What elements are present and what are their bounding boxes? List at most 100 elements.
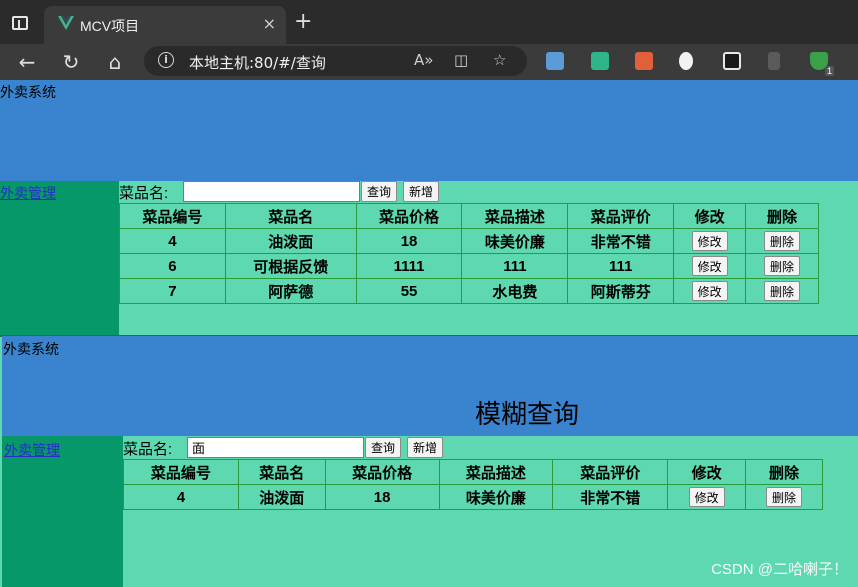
cell-delete: 删除 — [745, 278, 819, 304]
sidebar: 外卖管理 — [0, 181, 119, 335]
discount-extension-icon[interactable] — [635, 52, 653, 70]
column-header: 删除 — [745, 459, 823, 485]
dish-name-input[interactable] — [187, 437, 364, 458]
back-icon[interactable]: ← — [15, 50, 39, 74]
edit-button[interactable]: 修改 — [691, 231, 728, 251]
page-viewport: 外卖系统 外卖管理 菜品名: 查询 新增 菜品编号 菜品名 菜品价格 菜品描述 … — [0, 80, 858, 587]
sidebar: 外卖管理 — [2, 436, 123, 587]
sync-extension-icon[interactable] — [591, 52, 609, 70]
delete-button[interactable]: 删除 — [764, 231, 801, 251]
table-header-row: 菜品编号 菜品名 菜品价格 菜品描述 菜品评价 修改 删除 — [123, 459, 823, 485]
tab-actions-icon[interactable] — [12, 16, 28, 30]
capsule-extension-icon[interactable] — [679, 52, 693, 70]
image-extension-icon[interactable] — [546, 52, 564, 70]
cell-edit: 修改 — [673, 278, 747, 304]
document-extension-icon[interactable] — [768, 52, 780, 70]
column-header: 菜品名 — [237, 459, 326, 485]
table-row: 4 油泼面 18 味美价廉 非常不错 修改 删除 — [123, 484, 823, 510]
cell-description: 味美价廉 — [438, 484, 554, 510]
table-row: 4 油泼面 18 味美价廉 非常不错 修改 删除 — [119, 228, 819, 254]
cell-id: 7 — [119, 278, 226, 304]
cell-delete: 删除 — [745, 253, 819, 279]
add-button[interactable]: 新增 — [407, 437, 444, 458]
url-text[interactable]: 本地主机:80/#/查询 — [189, 52, 326, 73]
table-header-row: 菜品编号 菜品名 菜品价格 菜品描述 菜品评价 修改 删除 — [119, 203, 819, 229]
favorite-icon[interactable]: ☆ — [493, 51, 506, 69]
info-icon[interactable]: i — [158, 52, 174, 68]
home-icon[interactable]: ⌂ — [103, 50, 127, 74]
edit-button[interactable]: 修改 — [688, 487, 725, 507]
tab-close-icon[interactable]: × — [263, 14, 276, 33]
column-header: 菜品价格 — [355, 203, 463, 229]
dish-name-input[interactable] — [183, 181, 360, 202]
tab-title: MCV项目 — [80, 18, 140, 34]
header-banner: 外卖系统 模糊查询 — [2, 336, 858, 436]
cell-name: 油泼面 — [237, 484, 326, 510]
system-title: 外卖系统 — [3, 341, 59, 357]
cell-delete: 删除 — [745, 228, 819, 254]
search-bar: 菜品名: 查询 新增 — [119, 181, 449, 203]
mask-extension-icon[interactable] — [723, 52, 741, 70]
column-header: 修改 — [673, 203, 747, 229]
browser-tab[interactable]: MCV项目 × — [44, 6, 286, 44]
delete-button[interactable]: 删除 — [766, 487, 803, 507]
cell-edit: 修改 — [673, 228, 747, 254]
cell-review: 非常不错 — [567, 228, 675, 254]
table-row: 6 可根据反馈 1111 111 111 修改 删除 — [119, 253, 819, 279]
watermark: CSDN @二哈喇子！ — [711, 561, 848, 578]
split-screen-icon[interactable]: ◫ — [454, 51, 468, 69]
column-header: 菜品编号 — [119, 203, 226, 229]
cell-review: 阿斯蒂芬 — [567, 278, 675, 304]
shield-extension-icon[interactable]: 1 — [810, 52, 834, 76]
cell-review: 非常不错 — [552, 484, 669, 510]
refresh-icon[interactable]: ↻ — [59, 50, 83, 74]
column-header: 菜品价格 — [324, 459, 440, 485]
column-header: 菜品编号 — [123, 459, 239, 485]
column-header: 删除 — [745, 203, 819, 229]
dish-table: 菜品编号 菜品名 菜品价格 菜品描述 菜品评价 修改 删除 4 油泼面 18 味… — [123, 459, 823, 510]
cell-description: 111 — [461, 253, 569, 279]
column-header: 菜品描述 — [461, 203, 569, 229]
delete-button[interactable]: 删除 — [764, 256, 801, 276]
query-button[interactable]: 查询 — [365, 437, 402, 458]
nav-link-takeout-management[interactable]: 外卖管理 — [4, 440, 60, 460]
extension-badge: 1 — [824, 66, 834, 76]
column-header: 菜品名 — [224, 203, 357, 229]
column-header: 修改 — [667, 459, 747, 485]
delete-button[interactable]: 删除 — [764, 281, 801, 301]
cell-id: 6 — [119, 253, 226, 279]
browser-tab-bar: MCV项目 × + — [0, 0, 858, 44]
vue-logo-icon — [58, 16, 74, 30]
column-header: 菜品描述 — [438, 459, 554, 485]
edit-button[interactable]: 修改 — [691, 281, 728, 301]
nav-link-takeout-management[interactable]: 外卖管理 — [0, 183, 56, 203]
cell-review: 111 — [567, 253, 675, 279]
column-header: 菜品评价 — [567, 203, 675, 229]
read-aloud-icon[interactable]: A» — [414, 51, 433, 69]
search-bar: 菜品名: 查询 新增 — [123, 437, 453, 459]
cell-delete: 删除 — [745, 484, 823, 510]
url-field[interactable]: i 本地主机:80/#/查询 A» ◫ ☆ — [144, 46, 527, 76]
cell-name: 油泼面 — [224, 228, 357, 254]
cell-name: 可根据反馈 — [224, 253, 357, 279]
cell-id: 4 — [119, 228, 226, 254]
cell-price: 1111 — [355, 253, 463, 279]
query-button[interactable]: 查询 — [361, 181, 398, 202]
cell-description: 味美价廉 — [461, 228, 569, 254]
dish-table: 菜品编号 菜品名 菜品价格 菜品描述 菜品评价 修改 删除 4 油泼面 18 味… — [119, 203, 819, 304]
edit-button[interactable]: 修改 — [691, 256, 728, 276]
add-button[interactable]: 新增 — [403, 181, 440, 202]
new-tab-button[interactable]: + — [294, 10, 312, 34]
system-title: 外卖系统 — [0, 84, 56, 100]
cell-edit: 修改 — [673, 253, 747, 279]
cell-description: 水电费 — [461, 278, 569, 304]
header-banner: 外卖系统 — [0, 80, 858, 181]
page-heading: 模糊查询 — [475, 399, 580, 429]
search-label: 菜品名: — [119, 185, 169, 202]
address-bar: ← ↻ ⌂ i 本地主机:80/#/查询 A» ◫ ☆ 1 — [0, 44, 858, 80]
table-row: 7 阿萨德 55 水电费 阿斯蒂芬 修改 删除 — [119, 278, 819, 304]
search-label: 菜品名: — [123, 441, 173, 458]
column-header: 菜品评价 — [552, 459, 669, 485]
cell-edit: 修改 — [667, 484, 747, 510]
cell-price: 18 — [355, 228, 463, 254]
